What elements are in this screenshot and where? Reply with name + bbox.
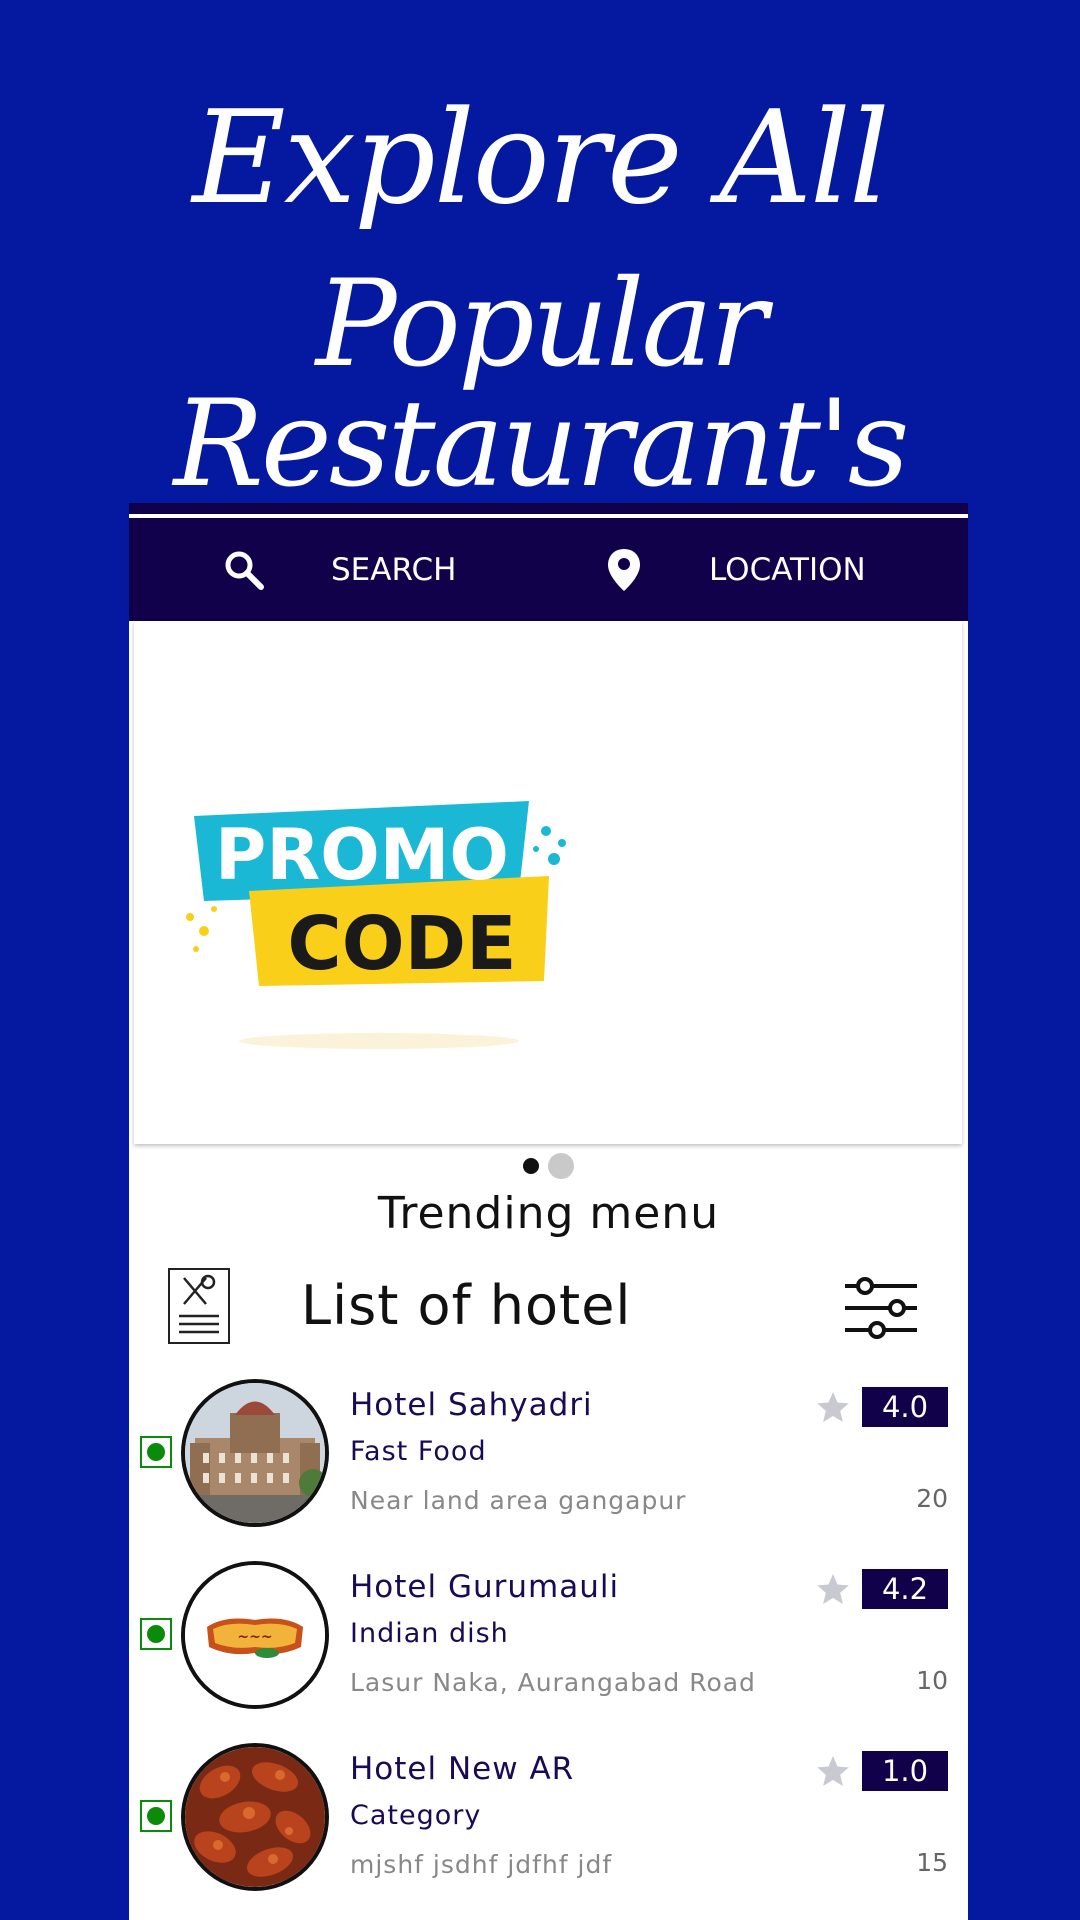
rating-badge: 4.2 <box>862 1569 948 1609</box>
hotel-name: Hotel Gurumauli <box>350 1569 620 1605</box>
svg-text:~~~: ~~~ <box>237 1629 272 1645</box>
hotel-thumbnail <box>181 1379 329 1527</box>
location-button[interactable]: LOCATION <box>599 545 866 595</box>
hotel-thumbnail: ~~~ <box>181 1561 329 1709</box>
star-icon <box>817 1756 849 1786</box>
location-pin-icon <box>599 545 649 595</box>
top-bar-divider <box>129 514 968 518</box>
hotel-category: Fast Food <box>350 1436 487 1467</box>
star-icon <box>817 1574 849 1604</box>
hero-line-1: Explore All <box>192 84 890 233</box>
hotel-count: 15 <box>916 1848 948 1877</box>
search-button[interactable]: SEARCH <box>219 545 456 595</box>
search-icon <box>219 545 269 595</box>
hero-line-2: Popular Restaurant's <box>173 255 910 514</box>
veg-indicator-icon <box>140 1800 172 1832</box>
hotel-category: Indian dish <box>350 1618 509 1649</box>
hero-headline: Explore All Popular Restaurant's <box>0 95 1080 505</box>
menu-card-icon <box>168 1268 230 1344</box>
promo-text-bottom: CODE <box>287 901 516 987</box>
hotel-address: mjshf jsdhf jdfhf jdf <box>350 1850 613 1879</box>
list-title: List of hotel <box>301 1274 632 1337</box>
rating-badge: 4.0 <box>862 1387 948 1427</box>
star-icon <box>817 1392 849 1422</box>
list-header: List of hotel <box>129 1268 968 1358</box>
carousel-dot-active[interactable] <box>523 1158 539 1174</box>
hotel-count: 20 <box>916 1484 948 1513</box>
top-bar: SEARCH LOCATION <box>129 503 968 621</box>
hotel-list-item[interactable]: Hotel Sahyadri Fast Food Near land area … <box>129 1379 968 1539</box>
veg-indicator-icon <box>140 1436 172 1468</box>
promo-banner[interactable]: PROMO CODE <box>134 621 962 1144</box>
app-screen: SEARCH LOCATION PROMO CODE Trending menu… <box>129 503 968 1920</box>
rating-badge: 1.0 <box>862 1751 948 1791</box>
promo-text-top: PROMO <box>215 814 509 896</box>
carousel-dot[interactable] <box>548 1153 574 1179</box>
hotel-thumbnail <box>181 1743 329 1891</box>
veg-indicator-icon <box>140 1618 172 1650</box>
location-label: LOCATION <box>709 552 866 588</box>
trending-menu-title[interactable]: Trending menu <box>129 1188 968 1239</box>
hotel-list-item[interactable]: ~~~ Hotel Gurumauli Indian dish Lasur Na… <box>129 1561 968 1721</box>
hotel-address: Near land area gangapur <box>350 1486 687 1515</box>
hotel-name: Hotel Sahyadri <box>350 1387 593 1423</box>
hotel-name: Hotel New AR <box>350 1751 575 1787</box>
hotel-address: Lasur Naka, Aurangabad Road <box>350 1668 756 1697</box>
search-label: SEARCH <box>331 552 457 588</box>
promo-code-graphic: PROMO CODE <box>174 771 594 1075</box>
carousel-indicator[interactable] <box>129 1153 968 1179</box>
hotel-category: Category <box>350 1800 482 1831</box>
hotel-list-item[interactable]: Hotel New AR Category mjshf jsdhf jdfhf … <box>129 1743 968 1903</box>
filter-sliders-icon[interactable] <box>843 1276 919 1340</box>
hotel-count: 10 <box>916 1666 948 1695</box>
